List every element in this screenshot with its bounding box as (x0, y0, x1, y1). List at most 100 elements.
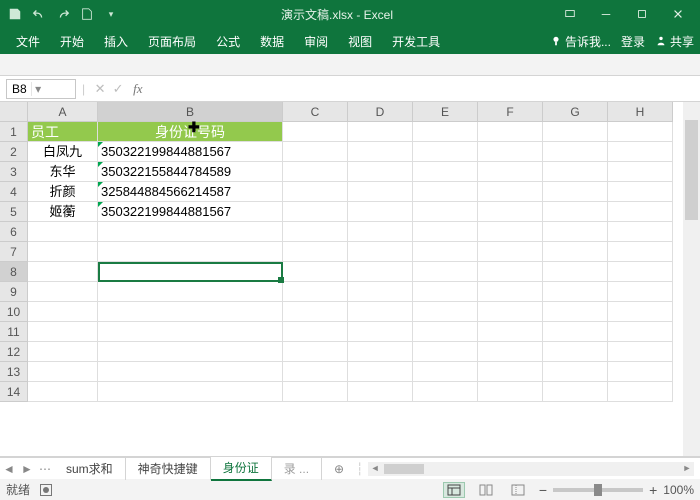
row-header[interactable]: 14 (0, 382, 28, 402)
col-header-H[interactable]: H (608, 102, 673, 122)
scroll-left-icon[interactable]: ◄ (368, 462, 382, 476)
minimize-button[interactable] (588, 0, 624, 28)
new-sheet-button[interactable]: ⊕ (322, 459, 356, 479)
name-box[interactable]: B8 ▾ (6, 79, 76, 99)
cell[interactable] (348, 182, 413, 202)
sheet-tab[interactable]: 录 ... (272, 457, 322, 480)
tab-nav-next-icon[interactable]: ► (18, 462, 36, 476)
cell[interactable]: 折颜 (28, 182, 98, 202)
cell[interactable] (543, 202, 608, 222)
save-icon[interactable] (4, 3, 26, 25)
row-header[interactable]: 4 (0, 182, 28, 202)
view-pagebreak-icon[interactable] (507, 482, 529, 498)
row-header[interactable]: 9 (0, 282, 28, 302)
cell[interactable] (478, 142, 543, 162)
tab-nav-more-icon[interactable]: ⋯ (36, 462, 54, 476)
tab-data[interactable]: 数据 (250, 28, 294, 54)
cell[interactable] (348, 142, 413, 162)
zoom-slider[interactable] (553, 488, 643, 492)
undo-icon[interactable] (28, 3, 50, 25)
scroll-thumb[interactable] (384, 464, 424, 474)
row-header[interactable]: 5 (0, 202, 28, 222)
col-header-E[interactable]: E (413, 102, 478, 122)
cell[interactable] (348, 162, 413, 182)
tab-home[interactable]: 开始 (50, 28, 94, 54)
cell[interactable] (608, 182, 673, 202)
tab-nav-prev-icon[interactable]: ◄ (0, 462, 18, 476)
cell[interactable] (283, 142, 348, 162)
tab-file[interactable]: 文件 (6, 28, 50, 54)
share-button[interactable]: 共享 (655, 33, 694, 50)
cancel-formula-icon[interactable]: ✕ (91, 81, 109, 97)
cell[interactable] (543, 162, 608, 182)
cells[interactable]: 员工 身份证号码 白凤九 350322199844881567 东华 35032… (28, 122, 683, 456)
close-button[interactable] (660, 0, 696, 28)
vertical-scrollbar[interactable] (683, 102, 700, 456)
cell[interactable] (608, 142, 673, 162)
row-header[interactable]: 12 (0, 342, 28, 362)
cell[interactable] (543, 142, 608, 162)
qat-more-icon[interactable]: ▾ (100, 3, 122, 25)
sheet-tab[interactable]: sum求和 (54, 457, 126, 480)
zoom-in-button[interactable]: + (649, 482, 657, 498)
row-header[interactable]: 11 (0, 322, 28, 342)
cell[interactable] (283, 202, 348, 222)
row-header[interactable]: 8 (0, 262, 28, 282)
cell[interactable] (413, 162, 478, 182)
cell[interactable] (478, 182, 543, 202)
cell[interactable]: 员工 (28, 122, 98, 142)
cell[interactable]: 身份证号码 (98, 122, 283, 142)
cell[interactable] (543, 182, 608, 202)
cell[interactable]: 东华 (28, 162, 98, 182)
tab-review[interactable]: 审阅 (294, 28, 338, 54)
col-header-F[interactable]: F (478, 102, 543, 122)
cell[interactable] (283, 182, 348, 202)
row-header[interactable]: 7 (0, 242, 28, 262)
cell[interactable] (608, 122, 673, 142)
cell[interactable] (478, 122, 543, 142)
row-header[interactable]: 6 (0, 222, 28, 242)
sheet-tab-active[interactable]: 身份证 (211, 456, 272, 481)
login-link[interactable]: 登录 (621, 33, 645, 50)
name-box-dropdown-icon[interactable]: ▾ (31, 82, 45, 96)
zoom-value[interactable]: 100% (663, 483, 694, 497)
cell[interactable] (413, 142, 478, 162)
cell[interactable] (348, 122, 413, 142)
new-file-icon[interactable] (76, 3, 98, 25)
tab-view[interactable]: 视图 (338, 28, 382, 54)
view-normal-icon[interactable] (443, 482, 465, 498)
row-header[interactable]: 3 (0, 162, 28, 182)
macro-record-icon[interactable] (40, 484, 52, 496)
cell[interactable]: 325844884566214587 (98, 182, 283, 202)
cell[interactable] (413, 182, 478, 202)
view-pagelayout-icon[interactable] (475, 482, 497, 498)
cell[interactable] (608, 162, 673, 182)
row-header[interactable]: 10 (0, 302, 28, 322)
tab-formula[interactable]: 公式 (206, 28, 250, 54)
maximize-button[interactable] (624, 0, 660, 28)
cell[interactable] (283, 122, 348, 142)
cell[interactable] (283, 162, 348, 182)
cell[interactable]: 姬蘅 (28, 202, 98, 222)
cell[interactable] (413, 202, 478, 222)
scroll-thumb[interactable] (685, 120, 698, 220)
tab-insert[interactable]: 插入 (94, 28, 138, 54)
zoom-out-button[interactable]: − (539, 482, 547, 498)
cell[interactable]: 350322199844881567 (98, 202, 283, 222)
redo-icon[interactable] (52, 3, 74, 25)
row-header[interactable]: 13 (0, 362, 28, 382)
col-header-G[interactable]: G (543, 102, 608, 122)
cell[interactable] (478, 162, 543, 182)
horizontal-scrollbar[interactable]: ◄ ► (368, 462, 694, 476)
cell[interactable] (348, 202, 413, 222)
tab-layout[interactable]: 页面布局 (138, 28, 206, 54)
cell[interactable] (413, 122, 478, 142)
row-header[interactable]: 1 (0, 122, 28, 142)
row-header[interactable]: 2 (0, 142, 28, 162)
cell[interactable]: 350322199844881567 (98, 142, 283, 162)
cell[interactable]: 白凤九 (28, 142, 98, 162)
cell[interactable] (478, 202, 543, 222)
zoom-thumb[interactable] (594, 484, 602, 496)
accept-formula-icon[interactable]: ✓ (109, 81, 127, 97)
col-header-B[interactable]: B (98, 102, 283, 122)
